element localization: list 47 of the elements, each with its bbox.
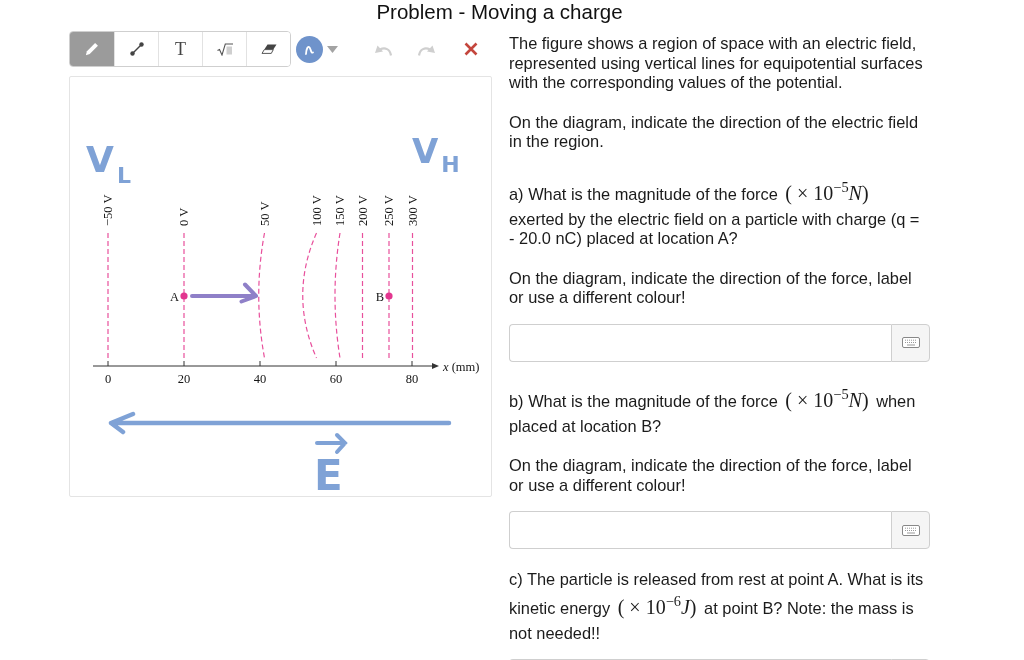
handwritten-label: V$_{L}$ (86, 139, 131, 188)
problem-title: Problem - Moving a charge (375, 0, 624, 24)
pen-color-button[interactable] (296, 35, 338, 63)
potential-label: 200 V (355, 195, 370, 226)
potential-label: 50 V (257, 201, 272, 226)
square-root-icon (216, 42, 233, 56)
potential-label: 300 V (405, 195, 420, 226)
vector-arrow-icon (315, 433, 348, 454)
keyboard-button[interactable] (891, 323, 930, 362)
keyboard-icon (901, 337, 920, 348)
tick-label: 0 (104, 372, 112, 386)
instruction-text: On the diagram, indicate the direction of the force, label or use a different colour! (509, 456, 913, 495)
point-marker-icon (180, 292, 188, 300)
axis-label: x (mm) (443, 360, 480, 374)
caret-icon (327, 45, 338, 53)
handwritten-label: E (314, 451, 343, 496)
instruction-text: On the diagram, indicate the direction of the electric field in the region. (509, 112, 920, 152)
potential-label: −50 V (101, 194, 115, 226)
question-text: b) What is the magnitude of the force ( × 10$^{−5}$N) when placed at location B? (509, 384, 917, 436)
answer-field[interactable] (509, 323, 891, 362)
tick-label: 20 (177, 372, 191, 386)
keyboard-icon (901, 524, 920, 536)
question-text: a) What is the magnitude of the force ( × 10$^{−5}$N) exerted by the electric field on a particle with charge (q = - 20.0 nC) placed at location A? (509, 177, 921, 249)
pencil-tool-button[interactable] (70, 32, 114, 66)
point-label: B (375, 290, 384, 304)
point-marker-icon (385, 292, 393, 300)
answer-field[interactable] (509, 511, 891, 549)
instruction-text: On the diagram, indicate the direction of the force, label or use a different colour! (509, 268, 913, 308)
instruction-text: The figure shows a region of space with an electric field, represented using vertical lines for equipotential surfaces with the corresponding values of the potential. (509, 34, 924, 93)
tick-label: 80 (405, 372, 419, 386)
question-text: c) The particle is released from rest at point A. What is its kinetic energy ( × 10$^{−6}$J) at point B? Note: the mass is not needed!! (509, 569, 925, 643)
potential-label: 250 V (382, 195, 396, 226)
potential-label: 0 V (177, 207, 191, 226)
pencil-icon (85, 42, 99, 56)
potential-label: 150 V (333, 195, 347, 226)
eraser-tool-button[interactable] (246, 32, 290, 66)
close-icon (464, 42, 478, 56)
line-segment-icon (129, 42, 144, 56)
pen-color-swatch-icon (296, 35, 323, 63)
point-label: A (169, 290, 179, 304)
potential-label: 100 V (309, 195, 324, 226)
eraser-icon (260, 44, 277, 54)
tick-label: 60 (329, 372, 343, 386)
tick-label: 40 (253, 372, 267, 386)
keyboard-button[interactable] (891, 511, 930, 549)
handwritten-label: V$_{H}$ (412, 131, 460, 177)
hand-drawn-arrow (190, 282, 258, 304)
